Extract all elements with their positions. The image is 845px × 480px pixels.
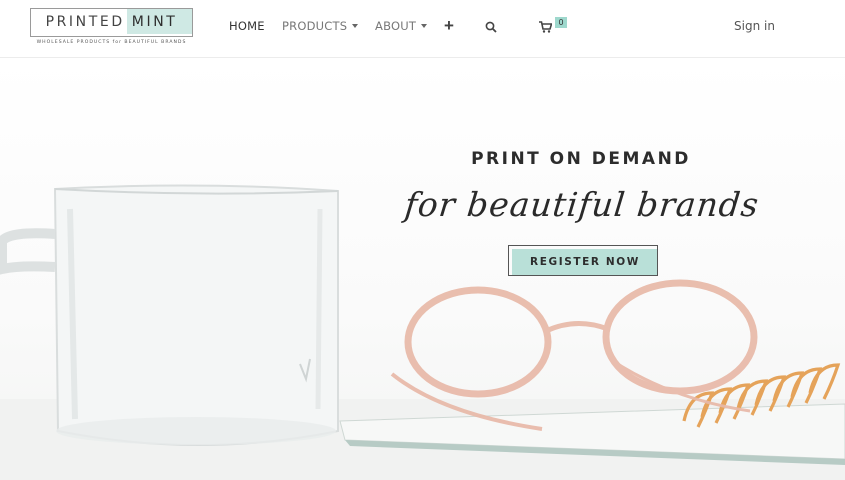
cart-count-badge: 0	[555, 17, 567, 28]
logo-wordmark: PRINTED MINT	[30, 14, 193, 30]
nav-home[interactable]: HOME	[229, 19, 265, 33]
logo-word-printed: PRINTED	[45, 14, 125, 30]
nav-about[interactable]: ABOUT	[375, 19, 428, 33]
site-header: PRINTED MINT WHOLESALE PRODUCTS for BEAU…	[0, 0, 845, 58]
sign-in-link[interactable]: Sign in	[734, 19, 775, 33]
chevron-down-icon	[352, 24, 359, 28]
logo-word-mint: MINT	[131, 14, 178, 30]
chevron-down-icon	[421, 24, 428, 28]
register-now-button[interactable]: REGISTER NOW	[508, 245, 658, 276]
logo[interactable]: PRINTED MINT WHOLESALE PRODUCTS for BEAU…	[30, 8, 193, 48]
hero-banner: PRINT ON DEMAND for beautiful brands REG…	[0, 59, 845, 480]
hero-tagline: for beautiful brands	[402, 185, 762, 224]
nav-products[interactable]: PRODUCTS	[282, 19, 359, 33]
hero-title: PRINT ON DEMAND	[471, 149, 691, 169]
search-icon[interactable]	[485, 21, 497, 33]
hero-photo	[0, 184, 845, 480]
cart-icon	[539, 21, 552, 33]
register-button-label: REGISTER NOW	[530, 256, 640, 268]
nav-about-label: ABOUT	[375, 19, 417, 33]
logo-tagline: WHOLESALE PRODUCTS for BEAUTIFUL BRANDS	[36, 40, 187, 45]
plus-icon[interactable]: +	[444, 16, 454, 36]
nav-products-label: PRODUCTS	[282, 19, 348, 33]
cart-button[interactable]: 0	[539, 17, 571, 37]
